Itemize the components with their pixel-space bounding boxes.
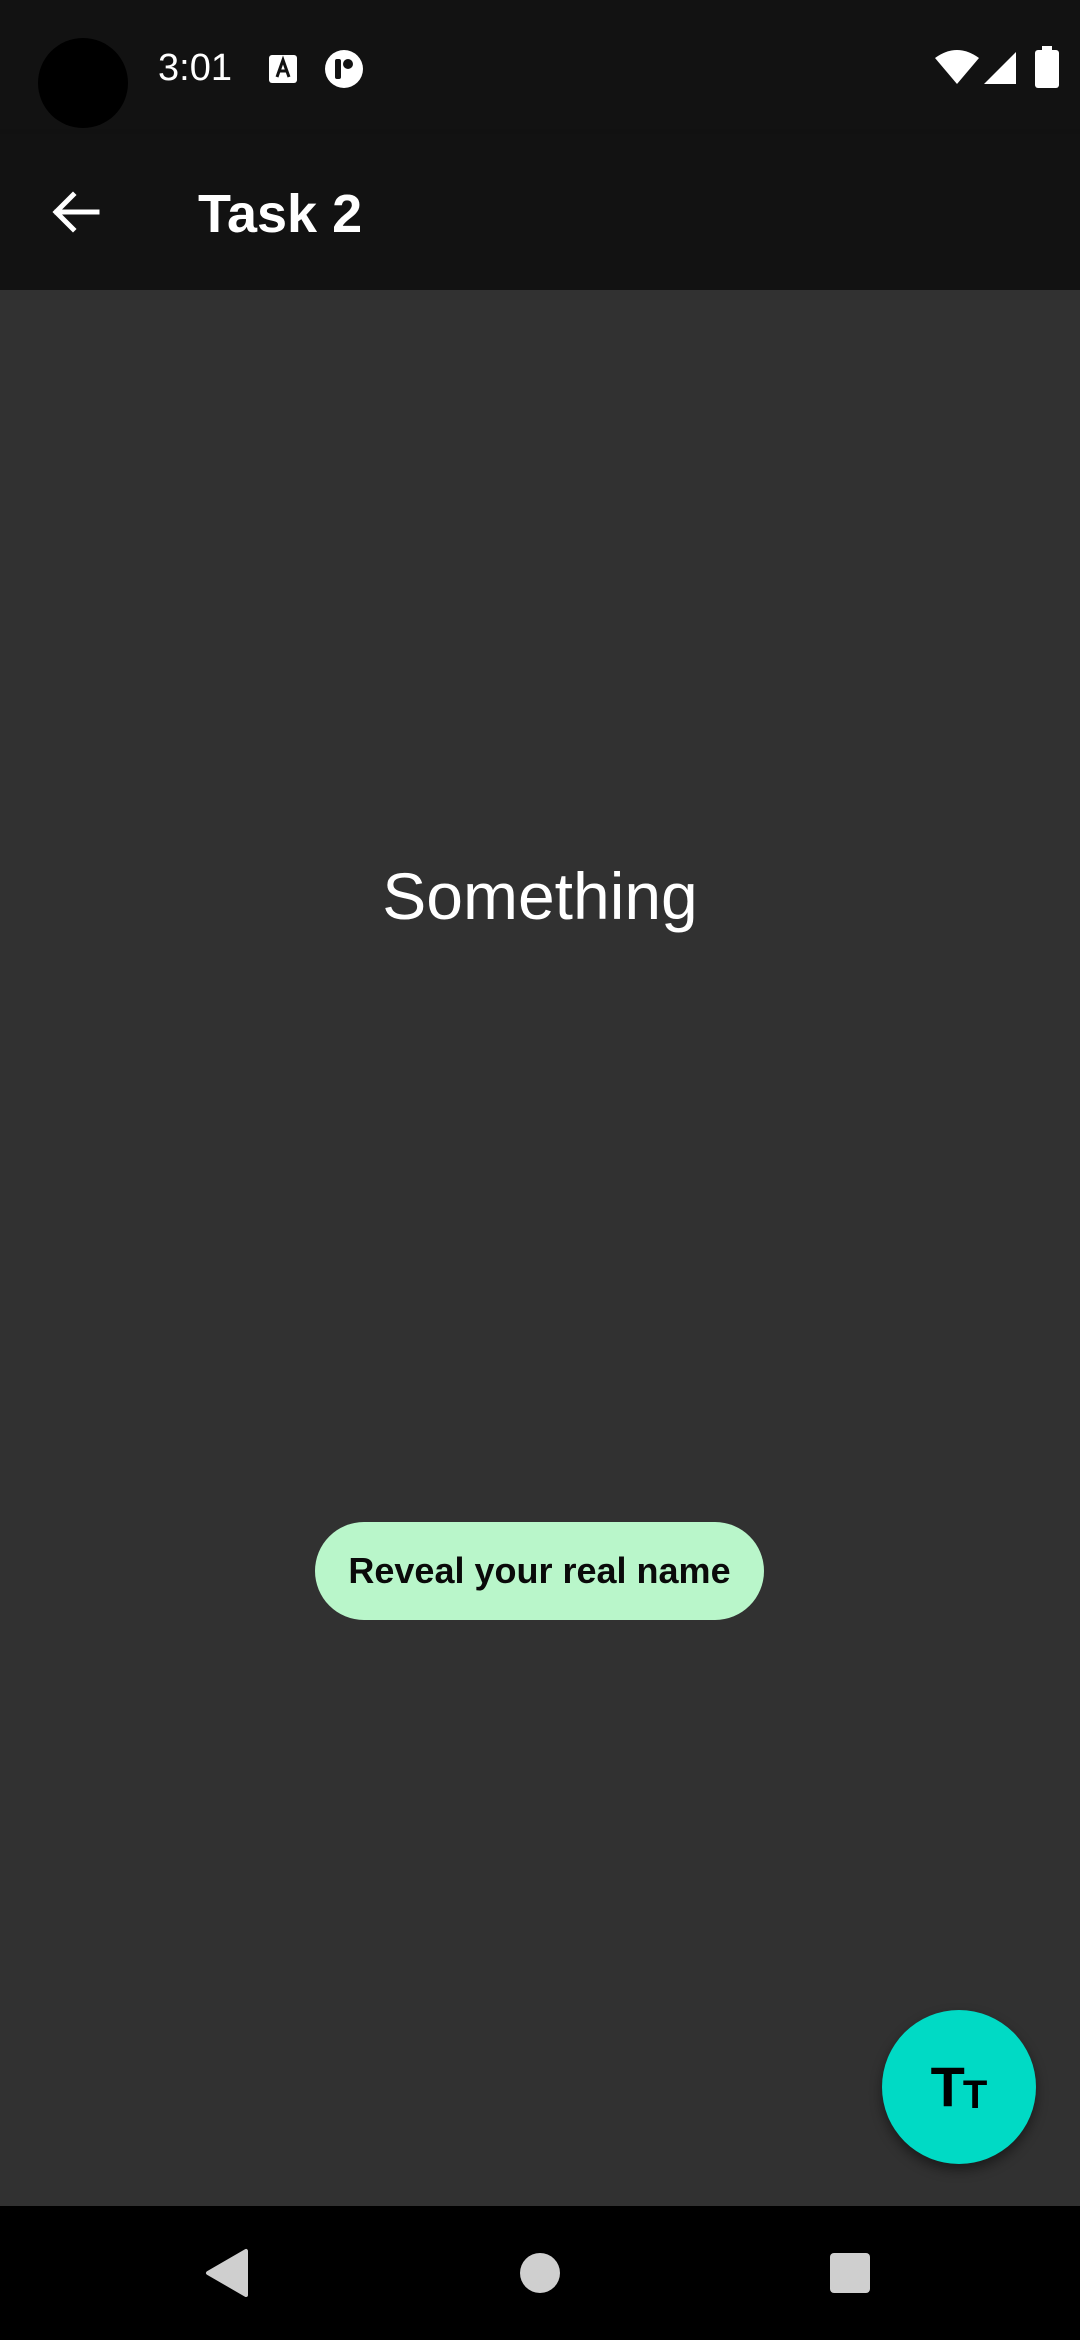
system-nav-bar (0, 2206, 1080, 2340)
back-button[interactable] (28, 164, 124, 260)
main-content: Something Reveal your real name TT (0, 290, 1080, 2206)
page-title: Task 2 (198, 184, 363, 244)
pocket-app-icon (325, 50, 363, 88)
cell-signal-icon (984, 52, 1016, 84)
text-size-fab[interactable]: TT (882, 2010, 1036, 2164)
nav-back-button[interactable] (182, 2228, 272, 2318)
battery-icon (1035, 46, 1059, 88)
app-bar: Task 2 (0, 134, 1080, 290)
status-bar: 3:01 (0, 0, 1080, 134)
back-triangle-icon (206, 2249, 248, 2297)
status-time: 3:01 (158, 47, 232, 89)
camera-cutout (38, 38, 128, 128)
recents-square-icon (830, 2253, 870, 2293)
text-size-icon: TT (930, 2055, 988, 2118)
main-text: Something (382, 859, 698, 933)
text-format-a-icon (269, 55, 297, 83)
nav-home-button[interactable] (495, 2228, 585, 2318)
arrow-back-icon (52, 191, 100, 233)
reveal-name-button[interactable]: Reveal your real name (315, 1522, 764, 1620)
nav-recents-button[interactable] (805, 2228, 895, 2318)
home-circle-icon (520, 2253, 560, 2293)
wifi-icon (935, 50, 979, 84)
